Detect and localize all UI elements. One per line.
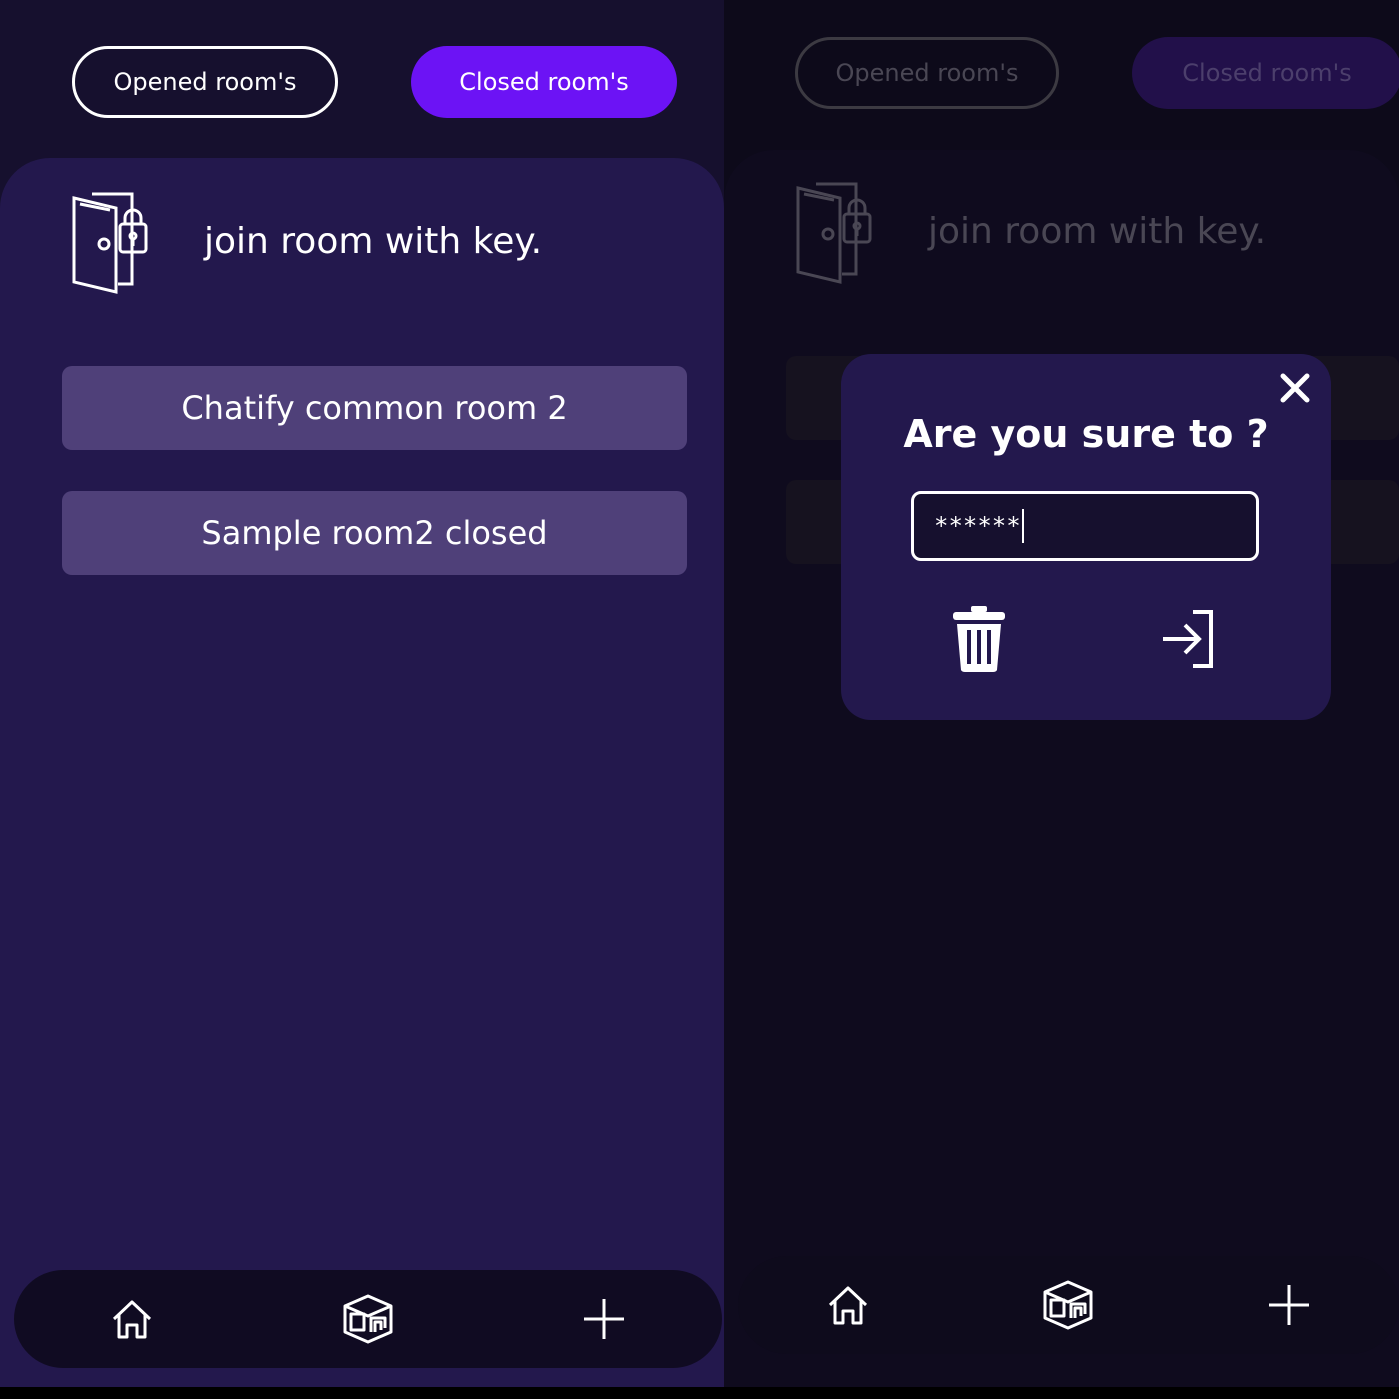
opened-rooms-tab[interactable]: Opened room's [72, 46, 338, 118]
bottom-nav [14, 1270, 722, 1368]
rooms-button[interactable] [1038, 1275, 1098, 1335]
bottom-nav [738, 1256, 1399, 1354]
closed-rooms-tab[interactable]: Closed room's [411, 46, 677, 118]
room-key-value: ****** [934, 512, 1021, 540]
join-room-with-key[interactable]: join room with key. [70, 188, 542, 294]
enter-icon[interactable] [1159, 604, 1223, 674]
rooms-icon [343, 1294, 393, 1344]
join-room-label: join room with key. [928, 210, 1267, 252]
join-room-label: join room with key. [204, 220, 543, 262]
join-room-with-key[interactable]: join room with key. [794, 178, 1266, 284]
plus-icon [584, 1299, 624, 1339]
add-room-button[interactable] [1259, 1275, 1319, 1335]
rooms-card [724, 150, 1399, 1387]
trash-icon[interactable] [947, 604, 1011, 674]
rooms-icon [1043, 1280, 1093, 1330]
room-key-input[interactable]: ****** [911, 491, 1259, 561]
add-room-button[interactable] [574, 1289, 634, 1349]
home-icon [112, 1300, 152, 1339]
home-icon [829, 1286, 868, 1325]
dialog-title: Are you sure to ? [903, 412, 1269, 456]
home-button[interactable] [102, 1289, 162, 1349]
close-icon[interactable] [1279, 372, 1311, 404]
room-item[interactable]: Chatify common room 2 [62, 366, 687, 450]
join-room-dialog: Are you sure to ? ****** [841, 354, 1331, 720]
locked-door-icon [796, 182, 872, 284]
room-item[interactable]: Sample room2 closed [62, 491, 687, 575]
text-caret [1021, 509, 1024, 543]
locked-door-icon [72, 192, 148, 294]
closed-rooms-tab[interactable]: Closed room's [1132, 37, 1399, 109]
plus-icon [1268, 1285, 1309, 1325]
rooms-button[interactable] [338, 1289, 398, 1349]
rooms-screen: Opened room's Closed room's join room wi… [0, 0, 724, 1387]
rooms-card [0, 158, 724, 1387]
home-button[interactable] [818, 1275, 878, 1335]
opened-rooms-tab[interactable]: Opened room's [795, 37, 1059, 109]
